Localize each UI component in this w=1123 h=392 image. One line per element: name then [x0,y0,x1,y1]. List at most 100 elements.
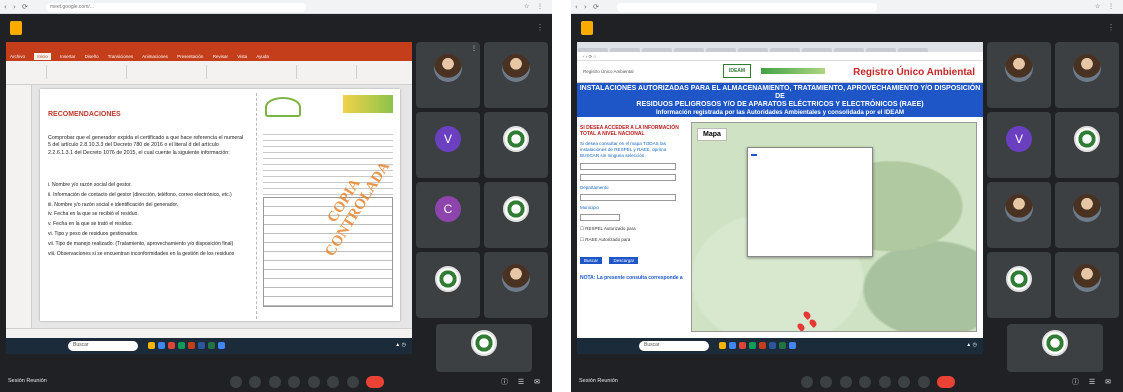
tab-insertar[interactable]: Insertar [60,54,75,59]
browser-tools-icons[interactable]: ☆ ⋮ [1095,3,1117,10]
captions-icon[interactable] [839,376,852,388]
ppt-ribbon-tabs: Archivo Inicio Insertar Diseño Transicio… [6,52,412,61]
meeting-time: Sesión Reunión [579,378,618,384]
participant-tile[interactable] [484,252,548,318]
list-item: vii. Tipo de manejo realizado. (Tratamie… [48,240,234,247]
current-slide[interactable]: RECOMENDACIONES Comprobar que el generad… [40,89,400,321]
national-info-link[interactable]: SI DESEA ACCEDER A LA INFORMACIÓN TOTAL … [580,125,686,137]
present-icon[interactable] [878,376,891,388]
browser-tools-icons[interactable]: ☆ ⋮ [524,3,546,10]
hero-line-2: RESIDUOS PELIGROSOS Y/O DE APARATOS ELÉC… [636,101,924,108]
ppt-ribbon[interactable] [6,61,412,85]
participant-photo [502,264,530,292]
tab-diseno[interactable]: Diseño [85,54,99,59]
microphone-icon[interactable] [801,376,813,388]
windows-taskbar: Buscar ▲ ◷ [6,338,412,354]
participant-tile[interactable] [416,252,480,318]
participant-tile[interactable] [987,42,1051,108]
municipality-select[interactable] [580,214,620,221]
tab-presentacion[interactable]: Presentación [177,54,203,59]
raee-checkbox[interactable]: ☐ RAEE Autorizado para [580,237,686,243]
participant-avatar [503,196,529,222]
map-type-button[interactable]: Mapa [697,128,727,141]
search-button[interactable]: Buscar [580,257,603,264]
tab-revisar[interactable]: Revisar [213,54,228,59]
participant-tile[interactable] [987,182,1051,248]
taskbar-apps[interactable] [719,342,799,351]
department-select[interactable] [580,194,676,201]
download-button[interactable]: Descargar [609,257,639,264]
hand-raise-icon[interactable] [898,376,911,388]
tab-ayuda[interactable]: Ayuda [256,54,269,59]
more-vertical-icon[interactable] [917,376,930,388]
partner-logo [343,95,393,113]
list-item: iii. Nombre y/o razón social e identific… [48,201,179,208]
meet-side-icons[interactable]: ⓘ ☰ ✉ [501,377,544,387]
participant-photo [502,54,530,82]
nit-input[interactable] [580,163,676,170]
address-bar[interactable]: meet.google.com/... [46,3,306,12]
more-vertical-icon[interactable] [346,376,359,388]
self-view-tile[interactable] [1007,324,1103,372]
list-item: i. Nombre y/o razón social del gestor. [48,182,132,188]
browser-nav-icons[interactable]: ‹ › ⟳ [575,3,601,11]
taskbar-clock: ▲ ◷ [395,342,406,348]
end-call-icon[interactable] [937,376,956,388]
tab-transiciones[interactable]: Transiciones [108,54,133,59]
company-logo [265,97,301,117]
tab-inicio[interactable]: Inicio [34,53,51,60]
participant-tile[interactable]: ⋮ [416,42,480,108]
captions-icon[interactable] [268,376,281,388]
participant-avatar [1006,266,1032,292]
meet-side-icons[interactable]: ⓘ ☰ ✉ [1072,377,1115,387]
camera-icon[interactable] [249,376,262,388]
participant-tile[interactable] [987,252,1051,318]
page-hero: INSTALACIONES AUTORIZADAS PARA EL ALMACE… [577,83,983,117]
participant-tile[interactable]: C [416,182,480,248]
meet-logo-icon [10,21,22,35]
meeting-screenshot-right: ‹ › ⟳ ☆ ⋮ ⋮ ‹ › ⟳ ⌂ Registro Único Ambie… [571,0,1123,392]
meet-header: ⋮ [571,14,1123,42]
present-icon[interactable] [307,376,320,388]
inner-address-bar[interactable]: ‹ › ⟳ ⌂ [577,52,983,61]
participant-tile[interactable] [1055,252,1119,318]
participant-tile[interactable]: V [416,112,480,178]
participant-tile[interactable] [1055,42,1119,108]
self-avatar [1042,330,1068,356]
browser-nav-icons[interactable]: ‹ › ⟳ [4,3,30,11]
name-input[interactable] [580,174,676,181]
taskbar-apps[interactable] [148,342,228,351]
list-item: v. Fecha en la que se trató el residuo. [48,221,133,228]
participant-tile[interactable]: V [987,112,1051,178]
reaction-icon[interactable] [859,376,872,388]
tab-vista[interactable]: Vista [237,54,247,59]
participant-tile[interactable] [1055,112,1119,178]
participant-photo [1005,54,1033,82]
participant-tile[interactable] [1055,182,1119,248]
slide-thumbnails[interactable] [6,85,32,328]
tab-animaciones[interactable]: Animaciones [142,54,168,59]
microphone-icon: ⋮ [471,46,477,52]
respel-checkbox[interactable]: ☐ RESPEL Autorizado para [580,226,686,232]
microphone-icon[interactable] [230,376,242,388]
more-vertical-icon[interactable]: ⋮ [1107,23,1115,32]
taskbar-search[interactable]: Buscar [68,341,138,351]
browser-tab-strip[interactable] [577,42,983,55]
participant-avatar: V [1006,126,1032,152]
self-view-tile[interactable] [436,324,532,372]
slide-heading: RECOMENDACIONES [48,111,121,118]
participant-tile[interactable] [484,112,548,178]
camera-icon[interactable] [820,376,833,388]
participant-avatar [435,266,461,292]
address-bar[interactable] [617,3,877,12]
slide-list: i. Nombre y/o razón social del gestor. i… [48,181,248,259]
hand-raise-icon[interactable] [327,376,340,388]
taskbar-search[interactable]: Buscar [639,341,709,351]
tab-archivo[interactable]: Archivo [10,54,25,59]
reaction-icon[interactable] [288,376,301,388]
popup-button[interactable] [751,154,757,156]
participant-tile[interactable] [484,42,548,108]
participant-tile[interactable] [484,182,548,248]
end-call-icon[interactable] [366,376,385,388]
more-vertical-icon[interactable]: ⋮ [536,23,544,32]
